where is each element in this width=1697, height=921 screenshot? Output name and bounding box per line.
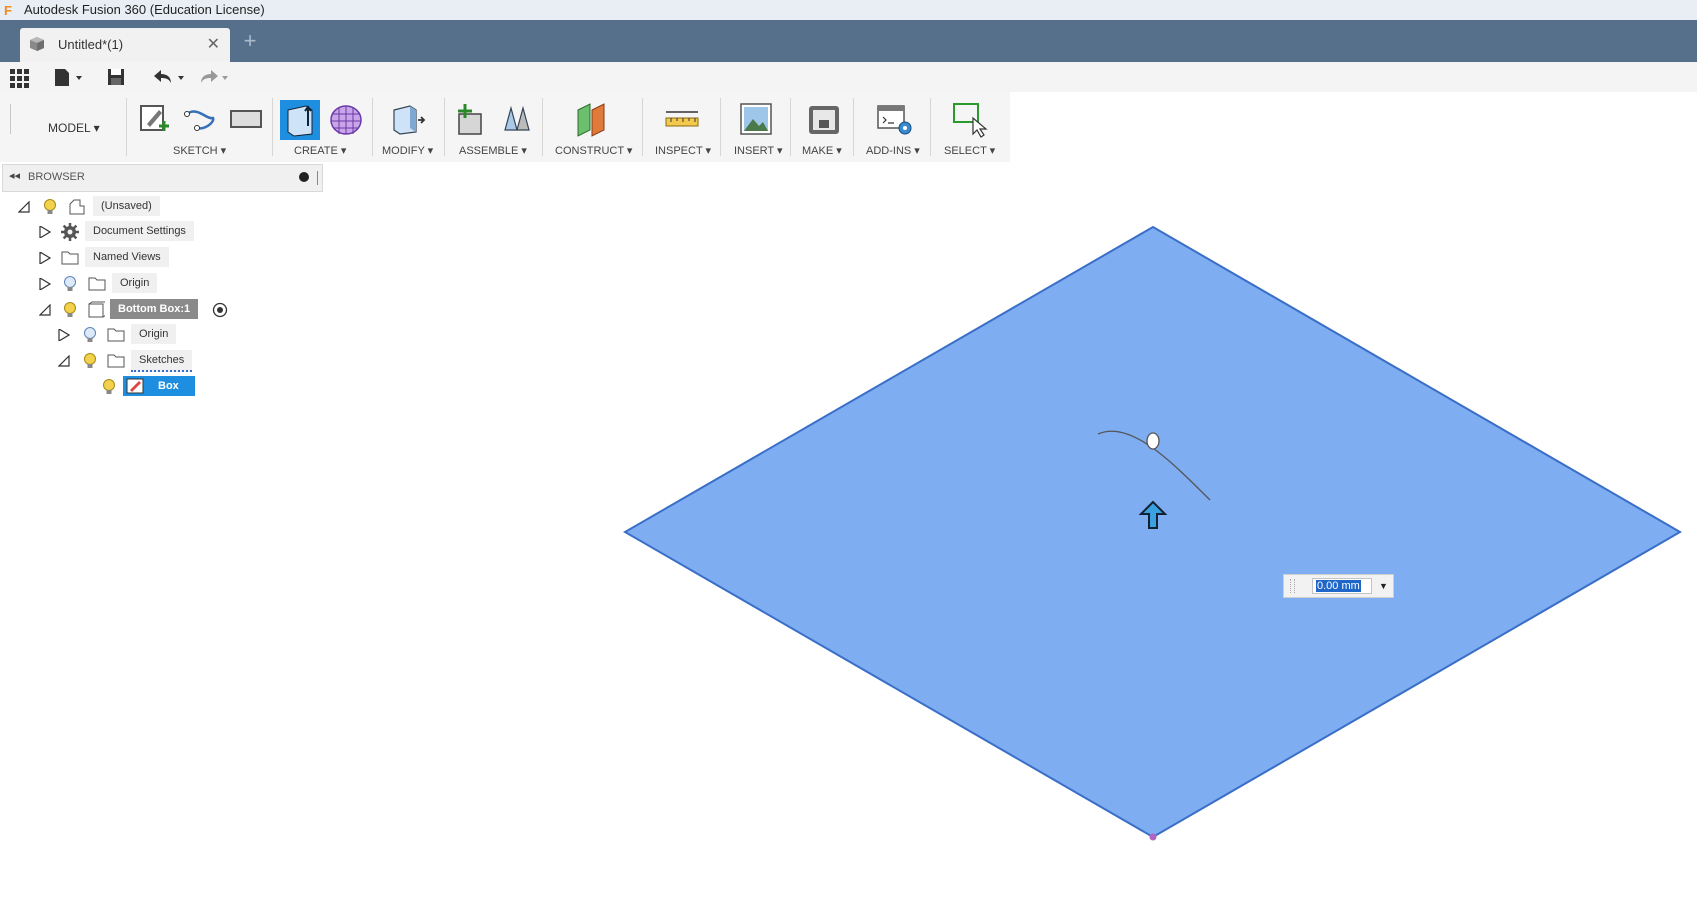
inspect-group-label[interactable]: INSPECT ▾ [655, 144, 711, 157]
ribbon-divider [720, 98, 721, 156]
file-menu-icon[interactable] [52, 66, 84, 88]
modify-group-label[interactable]: MODIFY ▾ [382, 144, 433, 157]
construct-group-label[interactable]: CONSTRUCT ▾ [555, 144, 632, 157]
window-title: Autodesk Fusion 360 (Education License) [24, 2, 265, 17]
canvas-viewport[interactable] [0, 192, 1697, 916]
make-group-label[interactable]: MAKE ▾ [802, 144, 842, 157]
document-tab[interactable]: Untitled*(1) ✕ [20, 28, 230, 62]
offset-plane-icon[interactable] [574, 100, 612, 138]
redo-icon[interactable] [196, 66, 232, 88]
ribbon-grip [10, 104, 11, 134]
create-group-label[interactable]: CREATE ▾ [294, 144, 346, 157]
rotation-handle[interactable] [1146, 432, 1160, 450]
insert-image-icon[interactable] [737, 100, 775, 138]
3d-print-icon[interactable] [805, 100, 843, 138]
undo-icon[interactable] [150, 66, 186, 88]
input-grip[interactable] [1290, 579, 1295, 593]
dropdown-arrow-icon[interactable]: ▼ [1379, 581, 1388, 591]
save-icon[interactable] [106, 66, 126, 88]
rectangle-icon[interactable] [227, 100, 265, 138]
ribbon-divider [126, 98, 127, 156]
fusion-logo-icon: F [4, 3, 12, 18]
origin-point [1149, 833, 1157, 841]
quick-access-toolbar [0, 62, 1697, 92]
sketch-profile-face[interactable] [623, 225, 1682, 839]
addins-group-label[interactable]: ADD-INS ▾ [866, 144, 920, 157]
ribbon-divider [853, 98, 854, 156]
browser-panel-header: ◂◂ BROWSER [2, 164, 323, 192]
document-cube-icon [30, 37, 44, 51]
joint-icon[interactable] [497, 100, 535, 138]
ribbon-divider [272, 98, 273, 156]
new-component-icon[interactable] [451, 100, 489, 138]
ribbon-divider [542, 98, 543, 156]
select-group-label[interactable]: SELECT ▾ [944, 144, 995, 157]
distance-value: 0.00 mm [1316, 580, 1361, 592]
title-bar: F Autodesk Fusion 360 (Education License… [0, 0, 1697, 20]
measure-icon[interactable] [663, 100, 701, 138]
model-canvas[interactable] [0, 192, 1697, 916]
ribbon-divider [372, 98, 373, 156]
spline-icon[interactable] [181, 100, 219, 138]
press-pull-icon[interactable] [388, 100, 426, 138]
ribbon-divider [642, 98, 643, 156]
new-tab-button[interactable]: + [238, 30, 262, 54]
close-tab-icon[interactable]: ✕ [207, 34, 220, 54]
ribbon-toolbar: MODEL ▾ SKETCH ▾ CREATE ▾ MODIFY ▾ ASSEM… [0, 92, 1010, 162]
assemble-group-label[interactable]: ASSEMBLE ▾ [459, 144, 527, 157]
document-tab-bar: Untitled*(1) ✕ + [0, 20, 1697, 62]
select-icon[interactable] [951, 100, 989, 138]
distance-field[interactable]: 0.00 mm [1312, 578, 1372, 594]
document-tab-title: Untitled*(1) [58, 37, 124, 52]
create-sketch-icon[interactable] [135, 100, 173, 138]
app-grid-icon[interactable] [9, 66, 29, 88]
collapse-browser-icon[interactable]: ◂◂ [9, 169, 20, 182]
ribbon-divider [444, 98, 445, 156]
extrude-icon[interactable] [280, 100, 320, 140]
scripts-addins-icon[interactable] [875, 100, 913, 138]
panel-grip[interactable] [317, 171, 318, 185]
create-form-icon[interactable] [327, 100, 365, 138]
minimize-browser-icon[interactable] [299, 172, 309, 182]
ribbon-divider [790, 98, 791, 156]
browser-title: BROWSER [28, 171, 85, 183]
workspace-switcher[interactable]: MODEL ▾ [48, 121, 100, 135]
sketch-group-label[interactable]: SKETCH ▾ [173, 144, 226, 157]
ribbon-divider [930, 98, 931, 156]
distance-input-box[interactable]: 0.00 mm ▼ [1283, 574, 1394, 598]
insert-group-label[interactable]: INSERT ▾ [734, 144, 783, 157]
